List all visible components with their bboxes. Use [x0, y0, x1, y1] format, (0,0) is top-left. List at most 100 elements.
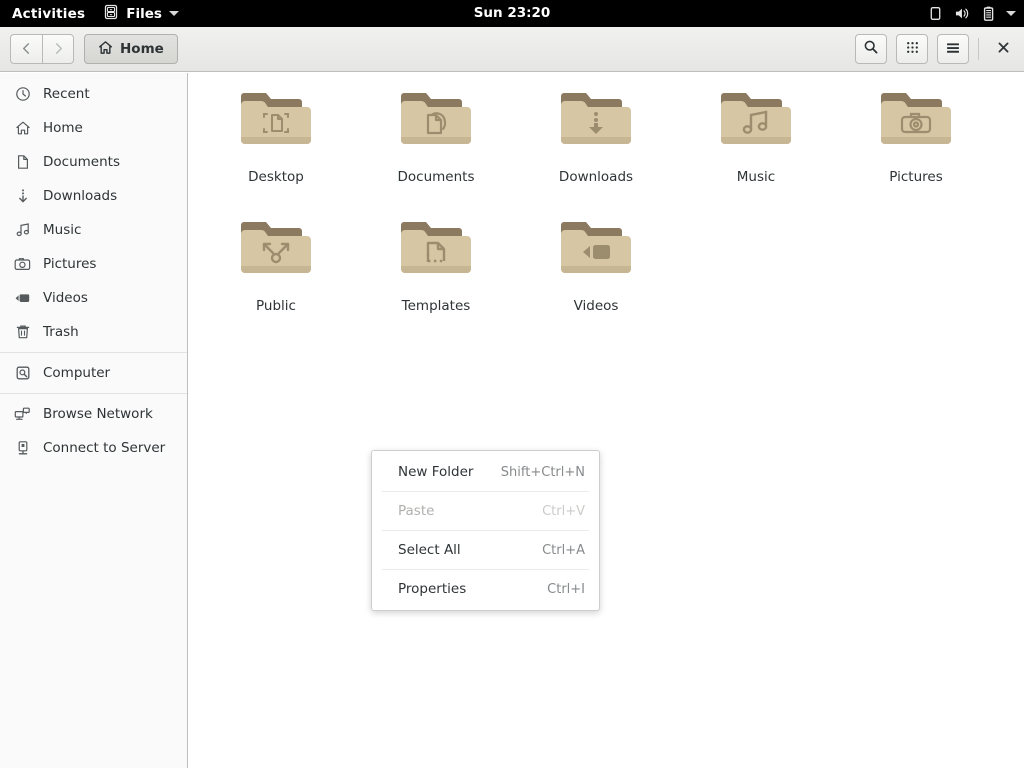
- file-item-videos[interactable]: Videos: [516, 210, 676, 339]
- sidebar-item-trash[interactable]: Trash: [0, 315, 187, 349]
- chevron-left-icon: [20, 40, 33, 59]
- sidebar-item-label: Home: [43, 120, 83, 136]
- app-menu-button[interactable]: Files: [95, 0, 187, 27]
- sidebar-item-browse-network[interactable]: Browse Network: [0, 397, 187, 431]
- display-icon: [928, 6, 943, 21]
- sidebar-item-computer[interactable]: Computer: [0, 356, 187, 390]
- back-button[interactable]: [10, 34, 42, 64]
- menu-item-accel: Ctrl+I: [547, 581, 585, 597]
- chevron-down-icon[interactable]: [1006, 11, 1016, 16]
- file-item-documents[interactable]: Documents: [356, 81, 516, 210]
- file-item-label: Pictures: [889, 169, 943, 185]
- menu-item-accel: Ctrl+V: [542, 503, 585, 519]
- top-bar-left: Activities Files: [0, 0, 187, 27]
- sidebar-item-label: Trash: [43, 324, 79, 340]
- menu-item-new-folder[interactable]: New Folder Shift+Ctrl+N: [372, 453, 599, 491]
- battery-icon: [982, 6, 995, 22]
- menu-item-select-all[interactable]: Select All Ctrl+A: [372, 531, 599, 569]
- home-icon: [98, 40, 113, 59]
- sidebar-item-label: Videos: [43, 290, 88, 306]
- close-icon: [997, 39, 1010, 59]
- header-right-group: [855, 27, 1016, 71]
- sidebar-item-recent[interactable]: Recent: [0, 77, 187, 111]
- breadcrumb-label: Home: [120, 41, 164, 57]
- folder-icon: [396, 216, 476, 286]
- navigation-buttons: [10, 34, 74, 64]
- sidebar-item-label: Downloads: [43, 188, 118, 204]
- menu-button[interactable]: [937, 34, 969, 64]
- folder-icon: [396, 87, 476, 157]
- volume-icon: [954, 6, 971, 21]
- download-icon: [14, 188, 31, 205]
- window-body: Recent Home Documents Downloads Music Pi…: [0, 73, 1024, 768]
- video-icon: [14, 290, 31, 307]
- file-item-desktop[interactable]: Desktop: [196, 81, 356, 210]
- menu-item-paste[interactable]: Paste Ctrl+V: [372, 492, 599, 530]
- folder-icon: [556, 216, 636, 286]
- menu-item-label: Properties: [398, 581, 467, 597]
- file-item-pictures[interactable]: Pictures: [836, 81, 996, 210]
- folder-icon: [556, 87, 636, 157]
- sidebar-item-label: Browse Network: [43, 406, 153, 422]
- file-item-label: Templates: [401, 298, 471, 314]
- forward-button[interactable]: [42, 34, 74, 64]
- menu-item-label: New Folder: [398, 464, 474, 480]
- menu-item-properties[interactable]: Properties Ctrl+I: [372, 570, 599, 608]
- files-window: Home Recent Home Documents Downloads Mus…: [0, 27, 1024, 768]
- gnome-top-bar: Activities Files Sun 23:20: [0, 0, 1024, 27]
- file-item-music[interactable]: Music: [676, 81, 836, 210]
- menu-item-label: Paste: [398, 503, 435, 519]
- file-item-templates[interactable]: Templates: [356, 210, 516, 339]
- file-item-label: Videos: [573, 298, 619, 314]
- sidebar-item-label: Pictures: [43, 256, 97, 272]
- sidebar-item-downloads[interactable]: Downloads: [0, 179, 187, 213]
- menu-item-accel: Ctrl+A: [542, 542, 585, 558]
- folder-icon: [236, 216, 316, 286]
- sidebar-item-documents[interactable]: Documents: [0, 145, 187, 179]
- menu-item-label: Select All: [398, 542, 461, 558]
- chevron-right-icon: [52, 40, 65, 59]
- close-button[interactable]: [990, 34, 1016, 64]
- header-separator: [978, 38, 979, 60]
- files-cabinet-icon: [103, 4, 119, 24]
- activities-label: Activities: [12, 5, 86, 22]
- folder-icon: [716, 87, 796, 157]
- sidebar-separator: [0, 393, 187, 394]
- file-item-label: Documents: [397, 169, 475, 185]
- header-bar: Home: [0, 27, 1024, 72]
- sidebar-item-label: Connect to Server: [43, 440, 166, 456]
- trash-icon: [14, 324, 31, 341]
- file-view[interactable]: Desktop Documents Downloads Music Pictur…: [188, 73, 1024, 768]
- folder-icon: [236, 87, 316, 157]
- file-item-downloads[interactable]: Downloads: [516, 81, 676, 210]
- network-icon: [14, 406, 31, 423]
- header-left-group: Home: [10, 34, 178, 64]
- folder-icon: [876, 87, 956, 157]
- hamburger-menu-icon: [945, 40, 961, 59]
- system-status-area[interactable]: [928, 0, 1016, 27]
- icon-grid: Desktop Documents Downloads Music Pictur…: [196, 81, 1022, 339]
- file-item-label: Downloads: [558, 169, 634, 185]
- view-grid-button[interactable]: [896, 34, 928, 64]
- sidebar-item-music[interactable]: Music: [0, 213, 187, 247]
- document-icon: [14, 154, 31, 171]
- search-button[interactable]: [855, 34, 887, 64]
- grid-view-icon: [905, 40, 920, 59]
- sidebar-item-videos[interactable]: Videos: [0, 281, 187, 315]
- sidebar-item-label: Music: [43, 222, 82, 238]
- file-item-public[interactable]: Public: [196, 210, 356, 339]
- server-icon: [14, 440, 31, 457]
- app-menu-label: Files: [126, 5, 162, 22]
- camera-icon: [14, 256, 31, 273]
- sidebar-item-label: Recent: [43, 86, 90, 102]
- clock-icon: [14, 86, 31, 103]
- sidebar-item-home[interactable]: Home: [0, 111, 187, 145]
- activities-button[interactable]: Activities: [0, 0, 95, 27]
- menu-item-accel: Shift+Ctrl+N: [500, 464, 585, 480]
- context-menu[interactable]: New Folder Shift+Ctrl+N Paste Ctrl+V Sel…: [371, 450, 600, 611]
- hard-drive-icon: [14, 365, 31, 382]
- sidebar-item-connect-to-server[interactable]: Connect to Server: [0, 431, 187, 465]
- sidebar: Recent Home Documents Downloads Music Pi…: [0, 73, 188, 768]
- sidebar-item-pictures[interactable]: Pictures: [0, 247, 187, 281]
- breadcrumb[interactable]: Home: [84, 34, 178, 64]
